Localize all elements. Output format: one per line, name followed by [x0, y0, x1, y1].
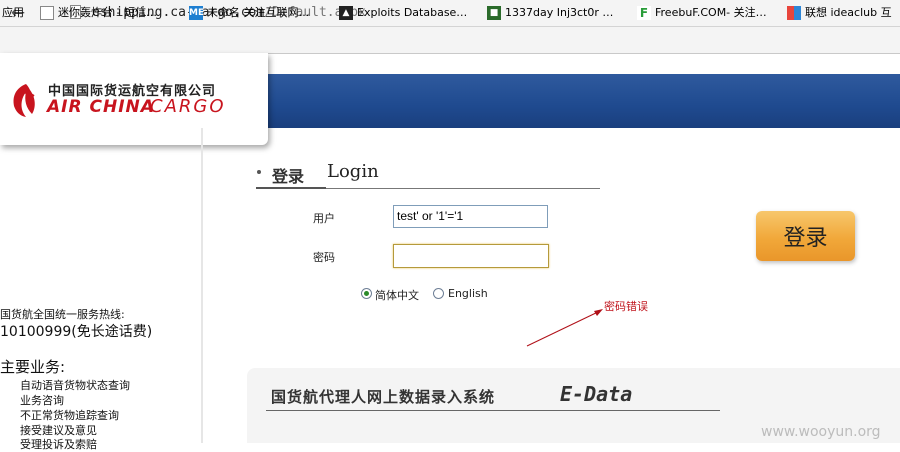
- heading-bullet-icon: [257, 170, 261, 174]
- lang-label-en: English: [448, 287, 488, 300]
- bookmarks-bar: [0, 27, 900, 54]
- bookmark-label: 未命名 关注互联网…: [207, 6, 310, 19]
- login-button[interactable]: 登录: [756, 211, 855, 261]
- freebuf-icon: F: [637, 6, 651, 20]
- lenovo-icon: [787, 6, 801, 20]
- me-site-icon: ME: [189, 6, 205, 20]
- hotline-number: 10100999(免长途话费): [0, 324, 153, 340]
- edata-underline: [266, 410, 720, 411]
- lang-radio-en[interactable]: [433, 288, 444, 299]
- password-label: 密码: [313, 251, 335, 264]
- bookmark-label: Exploits Database…: [357, 6, 468, 19]
- exploit-db-icon: ▲: [339, 6, 353, 20]
- bookmark-label: 1337day Inj3ct0r …: [505, 6, 614, 19]
- sidebar-divider: [201, 128, 203, 443]
- heading-underline: [256, 187, 326, 189]
- lang-label-cn: 简体中文: [375, 289, 419, 302]
- page-icon: [40, 6, 54, 20]
- login-heading-cn: 登录: [272, 167, 305, 186]
- watermark-text: www.wooyun.org: [761, 424, 881, 440]
- service-item[interactable]: 不正常货物追踪查询: [20, 407, 119, 423]
- service-item[interactable]: 业务咨询: [20, 392, 64, 408]
- annotation-arrow-icon: [526, 309, 603, 347]
- bookmark-item[interactable]: ■ 1337day Inj3ct0r …: [487, 4, 613, 22]
- bookmark-apps[interactable]: 应用: [2, 4, 24, 22]
- username-label: 用户: [313, 212, 335, 225]
- company-name-en: AIR CHINA: [47, 97, 155, 117]
- heading-underline: [326, 188, 600, 189]
- company-name-cargo: CARGO: [150, 96, 226, 117]
- bookmark-item[interactable]: 迷你轰炸台 - 短信…: [40, 4, 157, 22]
- service-item[interactable]: 受理投诉及索赔: [20, 436, 97, 452]
- services-title: 主要业务:: [0, 358, 66, 376]
- hotline-label: 国货航全国统一服务热线:: [0, 308, 125, 321]
- air-china-phoenix-logo-icon: [13, 84, 35, 117]
- password-input[interactable]: [393, 244, 549, 268]
- lang-radio-cn[interactable]: [361, 288, 372, 299]
- login-heading-en: Login: [327, 161, 379, 182]
- edata-title-en: E-Data: [560, 382, 633, 406]
- bookmark-label: 迷你轰炸台 - 短信…: [58, 6, 157, 19]
- bookmark-label: 联想 ideaclub 互: [805, 6, 892, 19]
- service-item[interactable]: 自动语音货物状态查询: [20, 377, 130, 393]
- 1337day-icon: ■: [487, 6, 501, 20]
- bookmark-item[interactable]: ▲ Exploits Database…: [339, 4, 467, 22]
- bookmark-item[interactable]: ME 未命名 关注互联网…: [189, 4, 310, 22]
- bookmark-item[interactable]: F FreebuF.COM- 关注…: [637, 4, 767, 22]
- bookmark-item[interactable]: 联想 ideaclub 互: [787, 4, 892, 22]
- username-input[interactable]: test' or '1'='1: [393, 205, 548, 228]
- bookmark-label: 应用: [2, 6, 24, 19]
- bookmark-label: FreebuF.COM- 关注…: [655, 6, 767, 19]
- password-error-text: 密码错误: [604, 300, 648, 313]
- edata-title-cn: 国货航代理人网上数据录入系统: [271, 388, 496, 406]
- header-banner: [200, 74, 900, 128]
